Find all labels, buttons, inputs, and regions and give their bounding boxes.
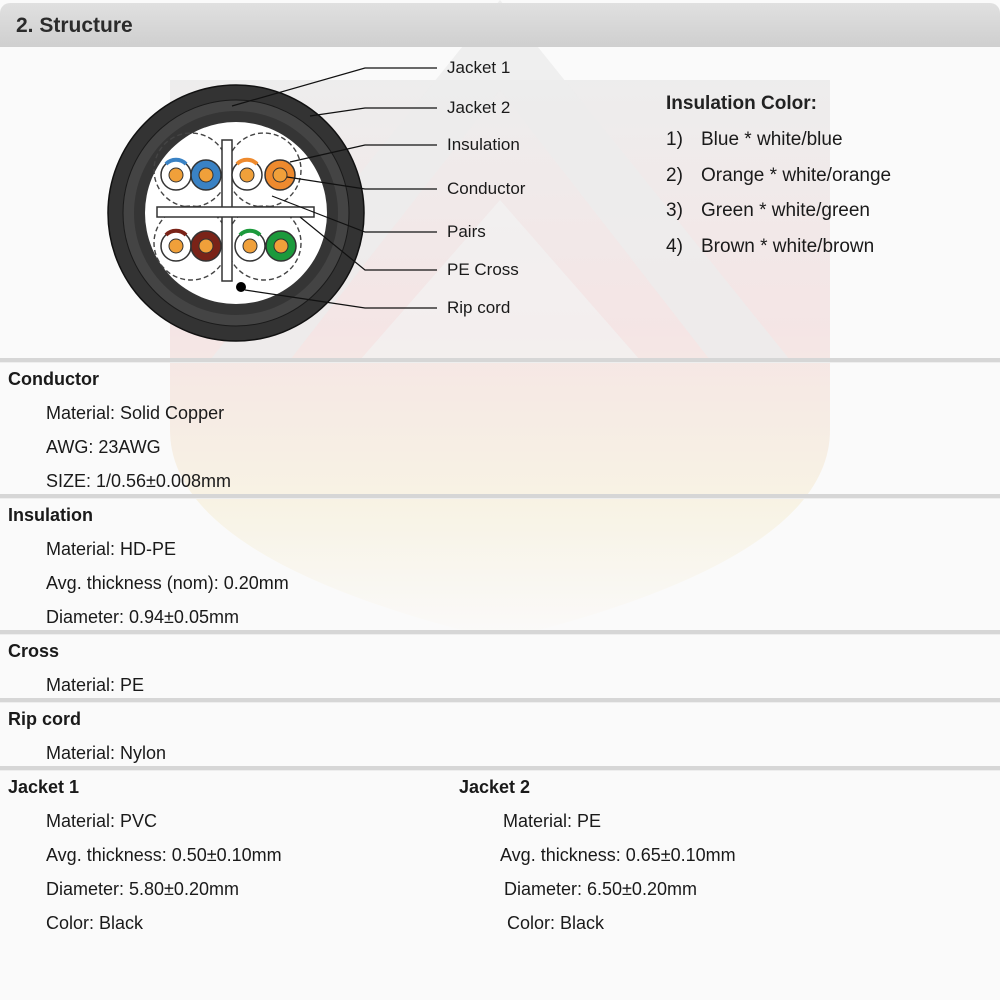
conductor-title: Conductor	[8, 369, 99, 389]
section-divider	[0, 766, 1000, 771]
section-divider	[0, 494, 1000, 499]
item-text: Blue * white/blue	[701, 129, 843, 150]
jacket-1-title: Jacket 1	[8, 777, 80, 797]
jacket-1-color: Color: Black	[46, 913, 144, 933]
jacket-2-material: Material: PE	[503, 811, 602, 831]
conductor-size: SIZE: 1/0.56±0.008mm	[46, 471, 231, 491]
jacket-1-thickness: Avg. thickness: 0.50±0.10mm	[46, 845, 282, 865]
rip-cord-title: Rip cord	[8, 709, 82, 729]
jacket-1-material: Material: PVC	[46, 811, 158, 831]
jacket-1-diameter: Diameter: 5.80±0.20mm	[46, 879, 239, 899]
insulation-thickness: Avg. thickness (nom): 0.20mm	[46, 573, 289, 593]
insulation-color-item: 2) Orange * white/orange	[666, 165, 891, 187]
callout-conductor: Conductor	[447, 179, 526, 198]
item-number: 2)	[666, 165, 683, 186]
jacket-2-color: Color: Black	[507, 913, 605, 933]
insulation-color-item: 1) Blue * white/blue	[666, 129, 843, 151]
conductor-material: Material: Solid Copper	[46, 403, 225, 423]
pe-cross-horizontal	[156, 206, 315, 218]
item-number: 3)	[666, 200, 683, 221]
item-text: Brown * white/brown	[701, 236, 875, 257]
section-divider	[0, 698, 1000, 703]
insulation-color-title: Insulation Color:	[666, 93, 817, 114]
insulation-material: Material: HD-PE	[46, 539, 177, 559]
callout-rip-cord: Rip cord	[447, 298, 511, 317]
insulation-color-item: 3) Green * white/green	[666, 200, 870, 222]
item-number: 4)	[666, 236, 683, 257]
cross-title: Cross	[8, 641, 60, 661]
item-number: 1)	[666, 129, 683, 150]
callout-pairs: Pairs	[447, 222, 486, 241]
callout-pe-cross: PE Cross	[447, 260, 519, 279]
callout-insulation: Insulation	[447, 135, 520, 154]
callout-jacket-2: Jacket 2	[447, 98, 511, 117]
insulation-title: Insulation	[8, 505, 93, 525]
rip-cord	[236, 282, 246, 292]
section-divider	[0, 358, 1000, 363]
jacket-2-thickness: Avg. thickness: 0.65±0.10mm	[500, 845, 736, 865]
rip-cord-material: Material: Nylon	[46, 743, 167, 763]
jacket-2-title: Jacket 2	[459, 777, 531, 797]
item-text: Green * white/green	[701, 200, 870, 221]
insulation-color-item: 4) Brown * white/brown	[666, 236, 874, 258]
section-divider	[0, 630, 1000, 635]
conductor-awg: AWG: 23AWG	[46, 437, 161, 457]
callout-jacket-1: Jacket 1	[447, 58, 511, 77]
cross-material: Material: PE	[46, 675, 145, 695]
jacket-2-diameter: Diameter: 6.50±0.20mm	[504, 879, 697, 899]
item-text: Orange * white/orange	[701, 165, 892, 186]
insulation-diameter: Diameter: 0.94±0.05mm	[46, 607, 239, 627]
